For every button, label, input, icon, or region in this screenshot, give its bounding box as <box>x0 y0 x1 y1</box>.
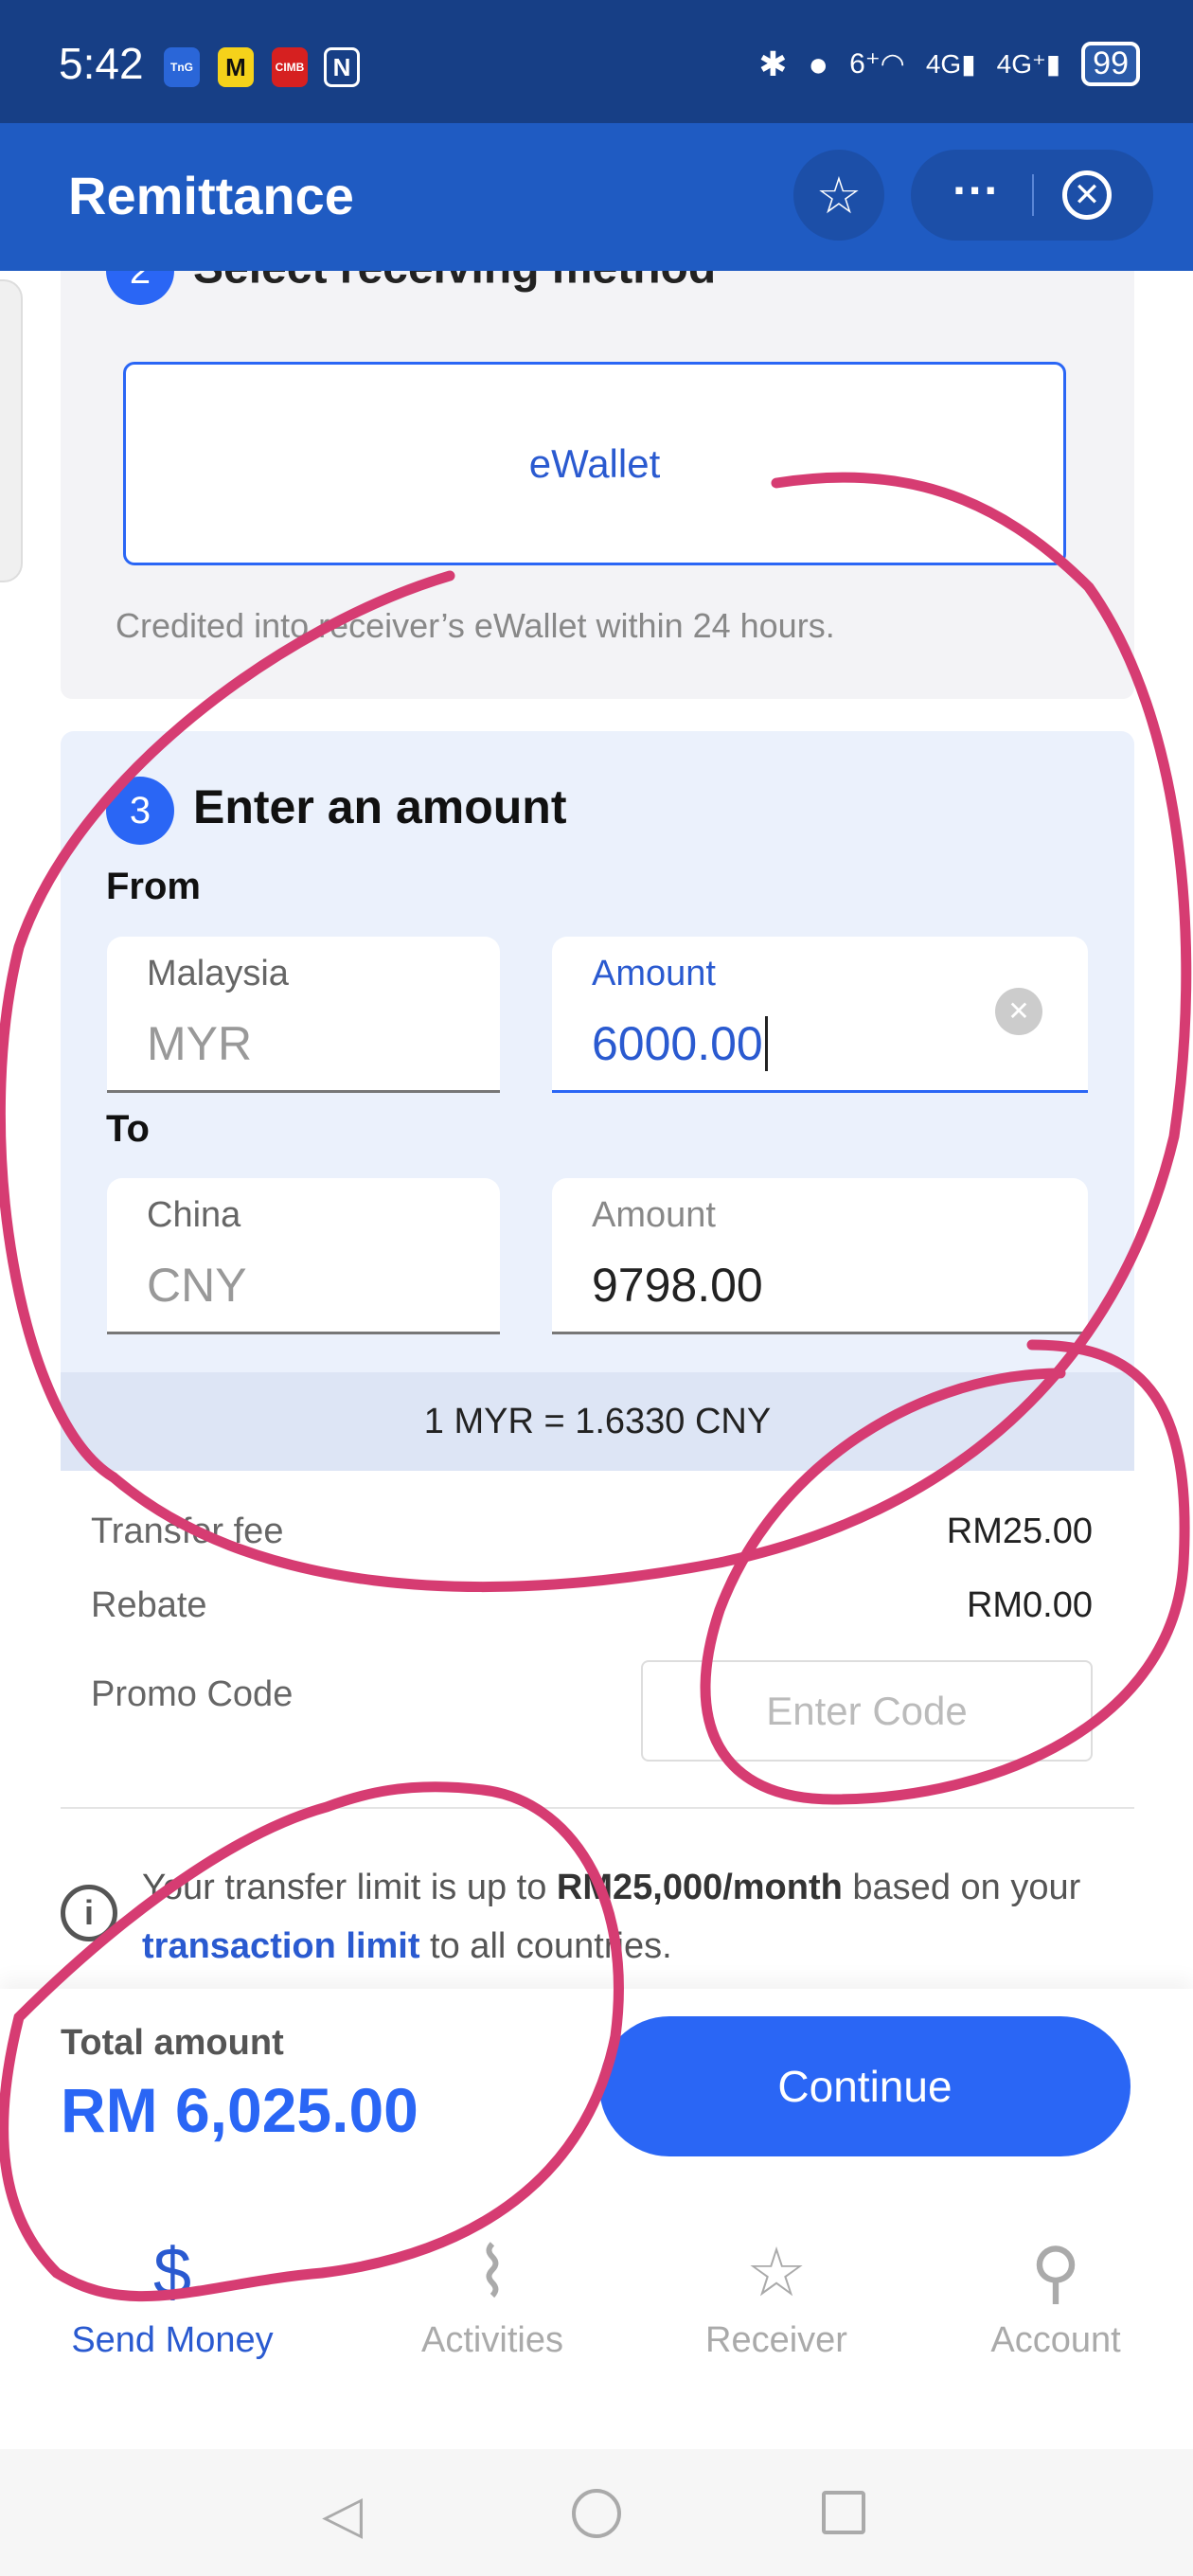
continue-button[interactable]: Continue <box>599 2016 1131 2156</box>
field-label: China <box>147 1195 241 1235</box>
promo-code-input[interactable]: Enter Code <box>641 1660 1093 1762</box>
step3-heading: 3 Enter an amount <box>106 777 566 845</box>
nav-label: Activities <box>421 2320 563 2360</box>
bluetooth-icon: ✱ <box>758 44 788 83</box>
field-value: 9798.00 <box>592 1259 763 1312</box>
field-label: Malaysia <box>147 954 289 993</box>
ewallet-option[interactable]: eWallet <box>123 362 1066 565</box>
nav-label: Send Money <box>71 2320 274 2360</box>
transfer-fee-row: Transfer fee RM25.00 <box>91 1512 1093 1552</box>
divider <box>1032 174 1034 216</box>
recents-icon[interactable] <box>822 2491 865 2534</box>
dollar-icon: $ <box>152 2235 192 2311</box>
nav-account[interactable]: ⚲ Account <box>914 2226 1193 2361</box>
info-text: to all countries. <box>419 1926 672 1966</box>
app-header: Remittance ☆ ··· ✕ <box>0 123 1193 271</box>
label: Rebate <box>91 1585 207 1625</box>
star-icon: ☆ <box>745 2235 808 2311</box>
to-country-select[interactable]: China CNY <box>107 1178 500 1334</box>
battery-icon: 99 <box>1081 42 1140 86</box>
value: RM25.00 <box>946 1512 1093 1551</box>
divider <box>61 1807 1134 1809</box>
transaction-limit-link[interactable]: transaction limit <box>142 1926 420 1966</box>
mini-app-controls: ··· ✕ <box>911 150 1153 241</box>
transfer-limit-info: Your transfer limit is up to RM25,000/mo… <box>142 1858 1127 1976</box>
field-label: Amount <box>592 954 716 993</box>
field-value: CNY <box>147 1259 247 1312</box>
system-nav-bar: ◁ <box>0 2449 1193 2576</box>
label: Transfer fee <box>91 1512 284 1551</box>
clear-icon[interactable]: ✕ <box>995 988 1042 1035</box>
to-amount-input[interactable]: Amount 9798.00 <box>552 1178 1088 1334</box>
activity-icon: ⌇ <box>475 2235 509 2311</box>
exchange-rate: 1 MYR = 1.6330 CNY <box>61 1372 1134 1471</box>
step-title: Enter an amount <box>193 780 567 834</box>
person-icon: ⚲ <box>1030 2235 1081 2311</box>
star-icon: ☆ <box>815 167 863 224</box>
info-icon: i <box>61 1885 117 1941</box>
value: RM0.00 <box>966 1585 1093 1625</box>
nav-send-money[interactable]: $ Send Money <box>30 2226 314 2361</box>
from-label: From <box>106 866 201 907</box>
nav-activities[interactable]: ⌇ Activities <box>350 2226 634 2361</box>
promo-label: Promo Code <box>91 1674 470 1715</box>
wifi-icon: 6⁺◠ <box>849 48 905 80</box>
total-label: Total amount <box>61 2023 284 2063</box>
rebate-row: Rebate RM0.00 <box>91 1585 1093 1626</box>
close-icon[interactable]: ✕ <box>1062 170 1112 220</box>
ewallet-caption: Credited into receiver’s eWallet within … <box>116 606 835 645</box>
signal-4g-icon: 4G▮ <box>925 49 976 79</box>
label: Promo Code <box>91 1674 294 1714</box>
field-label: Amount <box>592 1195 716 1235</box>
clock: 5:42 <box>59 39 144 88</box>
nav-label: Receiver <box>705 2320 847 2360</box>
field-value: 6000.00 <box>592 1016 768 1071</box>
total-amount: RM 6,025.00 <box>61 2075 418 2145</box>
limit-value: RM25,000/month <box>556 1868 843 1907</box>
nav-label: Account <box>990 2320 1121 2360</box>
nav-receiver[interactable]: ☆ Receiver <box>634 2226 918 2361</box>
info-text: based on your <box>842 1868 1081 1907</box>
signal-4g-plus-icon: 4G⁺▮ <box>996 49 1061 79</box>
cimb-icon: CIMB <box>272 47 308 87</box>
step-number: 3 <box>106 777 174 845</box>
field-value: MYR <box>147 1017 253 1070</box>
side-handle[interactable] <box>0 279 23 582</box>
home-icon[interactable] <box>572 2489 621 2538</box>
more-icon[interactable]: ··· <box>953 163 1000 218</box>
from-amount-input[interactable]: Amount 6000.00 ✕ <box>552 937 1088 1093</box>
status-bar: 5:42 TnG M CIMB N ✱ ● 6⁺◠ 4G▮ 4G⁺▮ 99 <box>0 0 1193 123</box>
location-icon: ● <box>808 44 829 83</box>
m-icon: M <box>218 47 254 87</box>
page-title: Remittance <box>68 166 354 225</box>
from-country-select[interactable]: Malaysia MYR <box>107 937 500 1093</box>
to-label: To <box>106 1108 150 1150</box>
back-icon[interactable]: ◁ <box>322 2483 363 2546</box>
info-text: Your transfer limit is up to <box>142 1868 557 1907</box>
touchngo-icon: TnG <box>164 47 200 87</box>
favorite-button[interactable]: ☆ <box>793 150 884 241</box>
nfc-icon: N <box>324 47 360 87</box>
